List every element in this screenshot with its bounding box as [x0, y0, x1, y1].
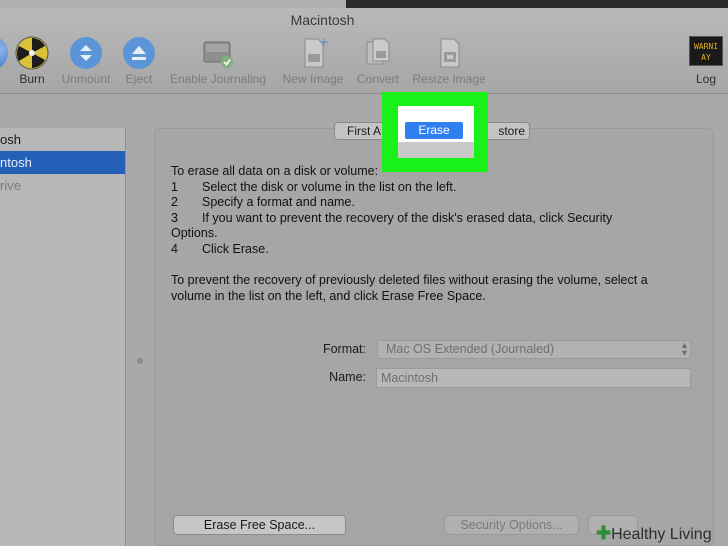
watermark: ✚Healthy Living — [596, 521, 728, 546]
top-strip — [0, 0, 728, 8]
name-label: Name: — [329, 370, 366, 384]
log-display-line-1: WARNI — [693, 42, 719, 51]
watermark-plus-icon: ✚ — [596, 523, 612, 543]
eject-button[interactable]: Eject — [121, 36, 157, 86]
security-options-button[interactable]: Security Options... — [444, 515, 579, 535]
sidebar-item-macintosh[interactable]: ntosh — [0, 151, 125, 174]
toolbar: Macintosh Burn Unmount Eject Enable Jour… — [0, 8, 728, 94]
splitter-handle[interactable] — [137, 358, 143, 364]
window-title: Macintosh — [290, 12, 355, 28]
instructions-intro: To erase all data on a disk or volume: — [171, 164, 379, 178]
burn-label: Burn — [19, 72, 45, 86]
erase-instructions: To erase all data on a disk or volume: 1… — [171, 164, 701, 304]
svg-text:+: + — [319, 36, 329, 49]
step-3-continued: Options. — [171, 226, 218, 241]
unmount-button[interactable]: Unmount — [58, 36, 114, 86]
log-label: Log — [695, 72, 717, 86]
step-number: 3 — [171, 210, 178, 225]
log-button[interactable]: WARNI AY 7:36 Log — [688, 36, 724, 86]
enable-journaling-label: Enable Journaling — [169, 72, 267, 86]
instruction-step: 3 If you want to prevent the recovery of… — [171, 211, 701, 227]
burn-button[interactable]: Burn — [14, 36, 50, 86]
format-label: Format: — [322, 342, 366, 356]
watermark-text: Healthy Living — [611, 526, 712, 543]
resize-image-button[interactable]: Resize Image — [408, 36, 490, 86]
log-display-line-2: AY 7:36 — [696, 53, 715, 65]
instruction-step: 4 Click Erase. — [171, 242, 701, 258]
partial-tool-icon[interactable] — [0, 36, 8, 72]
sidebar: osh ntosh rive — [0, 128, 126, 546]
step-text: Specify a format and name. — [202, 195, 355, 210]
resize-image-label: Resize Image — [412, 72, 486, 86]
eject-label: Eject — [125, 72, 153, 86]
top-dark-band — [346, 0, 728, 8]
sidebar-item-drive[interactable]: rive — [0, 174, 125, 197]
journaling-icon — [203, 41, 233, 68]
name-field[interactable]: Macintosh — [376, 368, 691, 388]
info-icon — [0, 36, 8, 70]
instruction-step: 1 Select the disk or volume in the list … — [171, 180, 701, 196]
eject-icon — [123, 37, 155, 69]
free-space-note: To prevent the recovery of previously de… — [171, 273, 648, 303]
convert-label: Convert — [356, 72, 400, 86]
new-image-button[interactable]: + New Image — [279, 36, 347, 86]
convert-button[interactable]: Convert — [353, 36, 403, 86]
select-arrows-icon: ▴ ▾ — [681, 340, 687, 359]
tab-first-aid[interactable]: First A — [347, 123, 387, 139]
burn-icon — [15, 36, 49, 70]
unmount-label: Unmount — [61, 72, 111, 86]
resize-image-icon — [440, 38, 460, 68]
step-number: 1 — [171, 179, 178, 194]
erase-free-space-button[interactable]: Erase Free Space... — [173, 515, 346, 535]
step-text: Click Erase. — [202, 241, 269, 256]
step-text: If you want to prevent the recovery of t… — [202, 210, 613, 225]
new-image-label: New Image — [282, 72, 344, 86]
sidebar-item-disk[interactable]: osh — [0, 128, 125, 151]
step-number: 2 — [171, 195, 178, 210]
step-text: Select the disk or volume in the list on… — [202, 179, 457, 194]
unmount-icon — [70, 37, 102, 69]
tab-erase[interactable]: Erase — [405, 122, 463, 139]
new-image-icon: + — [304, 36, 329, 68]
step-number: 4 — [171, 241, 178, 256]
highlight-inner-shade — [398, 142, 474, 158]
convert-icon — [366, 38, 390, 65]
enable-journaling-button[interactable]: Enable Journaling — [164, 36, 272, 86]
instruction-step: 2 Specify a format and name. — [171, 195, 701, 211]
log-icon: WARNI AY 7:36 — [689, 36, 723, 66]
format-select[interactable]: Mac OS Extended (Journaled) ▴ ▾ — [377, 340, 691, 359]
format-value: Mac OS Extended (Journaled) — [386, 342, 555, 356]
